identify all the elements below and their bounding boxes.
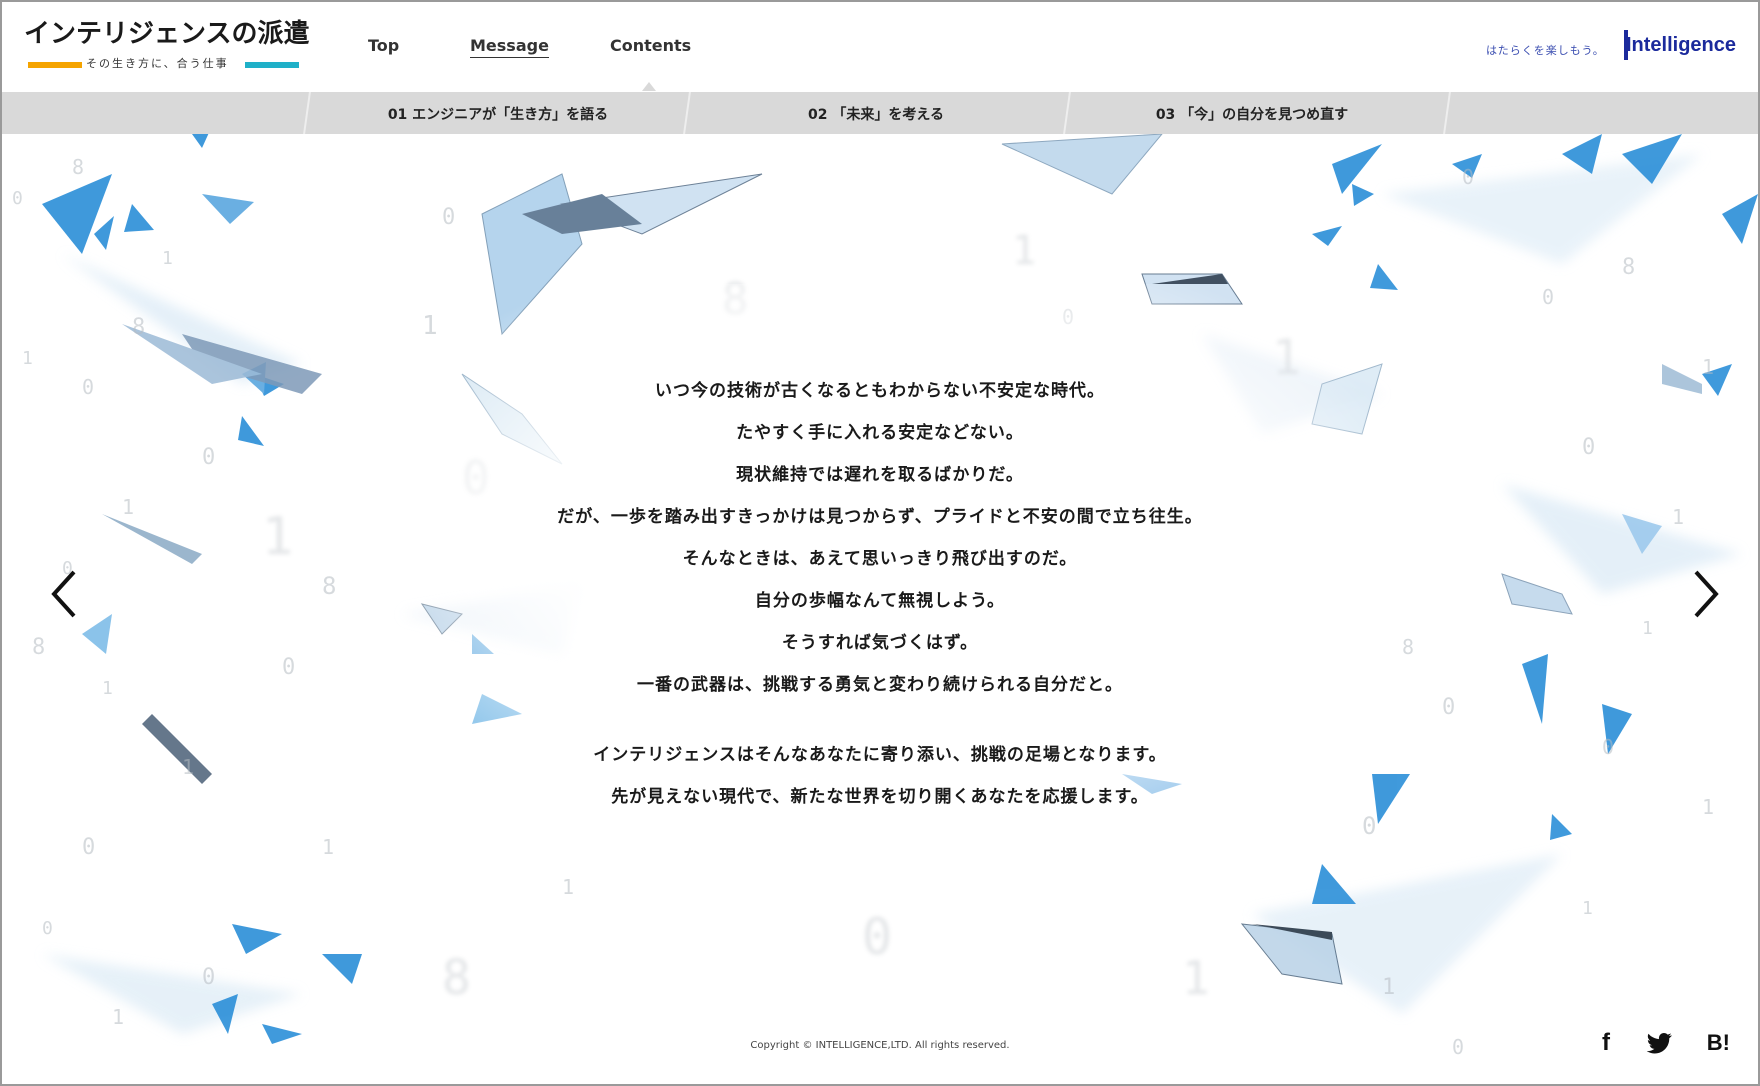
facebook-icon[interactable]: f xyxy=(1602,1028,1610,1058)
prev-slide-button[interactable] xyxy=(46,568,86,620)
message-line: たやすく手に入れる安定などない。 xyxy=(736,423,1024,443)
svg-text:1: 1 xyxy=(1582,898,1593,919)
svg-text:0: 0 xyxy=(442,205,455,230)
message-line: そうすれば気づくはず。 xyxy=(781,633,979,653)
svg-text:1: 1 xyxy=(22,348,33,369)
svg-text:8: 8 xyxy=(1622,255,1635,280)
subnav-item-03[interactable]: 03 「今」の自分を見つめ直す xyxy=(1102,104,1402,124)
copyright: Copyright © INTELLIGENCE,LTD. All rights… xyxy=(750,1040,1010,1051)
logo-tagline: その生き方に、合う仕事 xyxy=(86,57,229,70)
svg-text:0: 0 xyxy=(12,188,23,209)
svg-text:8: 8 xyxy=(72,155,84,179)
next-slide-button[interactable] xyxy=(1684,568,1724,620)
content-subnav: 01 エンジニアが「生き方」を語る 02 「未来」を考える 03 「今」の自分を… xyxy=(2,92,1758,134)
subnav-divider xyxy=(1443,92,1451,134)
svg-text:8: 8 xyxy=(132,315,145,340)
svg-text:1: 1 xyxy=(562,875,574,899)
brand-tagline: はたらくを楽しもう。 xyxy=(1486,44,1605,57)
svg-text:1: 1 xyxy=(1382,975,1395,1000)
hatena-bookmark-icon[interactable]: B! xyxy=(1707,1028,1730,1058)
logo-bar-orange xyxy=(28,62,82,68)
site-logo[interactable]: インテリジェンスの派遣 その生き方に、合う仕事 xyxy=(24,18,310,74)
twitter-bird-icon xyxy=(1646,1033,1672,1054)
message-line: インテリジェンスはそんなあなたに寄り添い、挑戦の足場となります。 xyxy=(593,745,1167,765)
chevron-left-icon xyxy=(51,570,76,618)
logo-bar-cyan xyxy=(245,62,299,68)
chevron-right-icon xyxy=(1694,570,1719,618)
svg-text:0: 0 xyxy=(202,965,215,990)
svg-text:1: 1 xyxy=(322,835,334,859)
brand-wordmark: Intelligence xyxy=(1625,34,1736,56)
svg-text:1: 1 xyxy=(1182,951,1210,1005)
message-line: だが、一歩を踏み出すきっかけは見つからず、プライドと不安の間で立ち往生。 xyxy=(557,507,1203,527)
subnav-divider xyxy=(1063,92,1071,134)
svg-text:0: 0 xyxy=(1542,285,1554,309)
nav-caret-icon xyxy=(642,82,656,91)
svg-text:1: 1 xyxy=(162,248,173,269)
message-block: いつ今の技術が古くなるともわからない不安定な時代。 たやすく手に入れる安定などな… xyxy=(2,370,1758,818)
message-line: いつ今の技術が古くなるともわからない不安定な時代。 xyxy=(655,381,1105,401)
subnav-item-01[interactable]: 01 エンジニアが「生き方」を語る xyxy=(348,104,648,124)
svg-text:1: 1 xyxy=(1012,228,1036,274)
subnav-divider xyxy=(683,92,691,134)
subnav-divider xyxy=(303,92,311,134)
svg-text:8: 8 xyxy=(442,950,471,1006)
nav-message[interactable]: Message xyxy=(470,36,549,58)
svg-text:0: 0 xyxy=(1462,165,1474,189)
logo-subline: その生き方に、合う仕事 xyxy=(24,57,299,71)
svg-text:0: 0 xyxy=(42,918,53,939)
subnav-item-02[interactable]: 02 「未来」を考える xyxy=(726,104,1026,124)
header: インテリジェンスの派遣 その生き方に、合う仕事 Top Message Cont… xyxy=(2,2,1758,92)
nav-contents[interactable]: Contents xyxy=(610,36,691,55)
page: インテリジェンスの派遣 その生き方に、合う仕事 Top Message Cont… xyxy=(2,2,1758,1084)
logo-title: インテリジェンスの派遣 xyxy=(24,19,310,49)
twitter-icon[interactable] xyxy=(1644,1028,1674,1058)
brand-logo[interactable]: はたらくを楽しもう。 Intelligence xyxy=(1486,30,1736,64)
message-line: そんなときは、あえて思いっきり飛び出すのだ。 xyxy=(682,549,1078,569)
message-line: 一番の武器は、挑戦する勇気と変わり続けられる自分だと。 xyxy=(637,675,1123,695)
nav-top[interactable]: Top xyxy=(368,36,399,55)
svg-text:0: 0 xyxy=(862,908,892,966)
message-line: 自分の歩幅なんて無視しよう。 xyxy=(754,591,1006,611)
message-line: 現状維持では遅れを取るばかりだ。 xyxy=(736,465,1024,485)
social-share: f B! xyxy=(1570,1028,1730,1058)
message-line: 先が見えない現代で、新たな世界を切り開くあなたを応援します。 xyxy=(611,787,1149,807)
svg-text:0: 0 xyxy=(82,835,95,860)
svg-text:1: 1 xyxy=(112,1005,124,1029)
